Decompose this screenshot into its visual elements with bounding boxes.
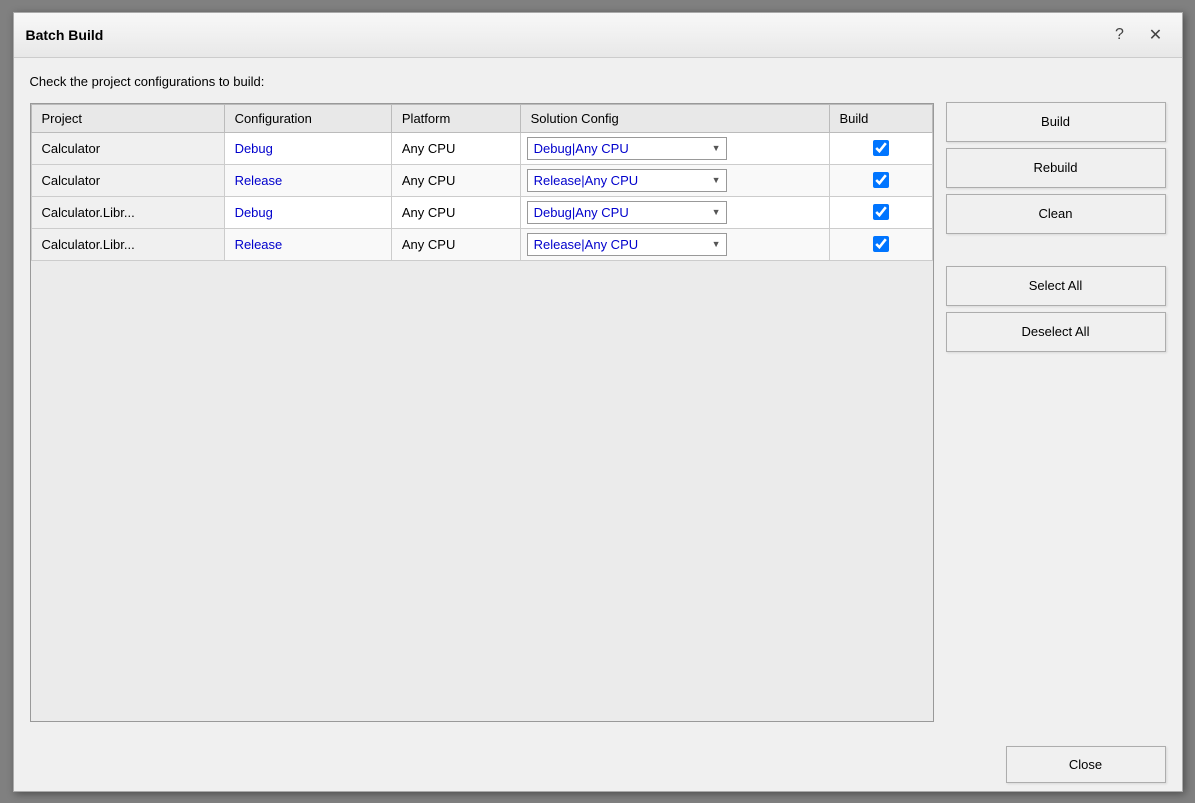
cell-configuration: Debug	[224, 196, 391, 228]
title-bar: Batch Build ? ✕	[14, 13, 1182, 58]
cell-solution-config[interactable]: Debug|Any CPU	[520, 132, 829, 164]
cell-platform: Any CPU	[391, 132, 520, 164]
cell-build[interactable]	[829, 132, 932, 164]
deselect-all-button[interactable]: Deselect All	[946, 312, 1166, 352]
cell-configuration: Release	[224, 164, 391, 196]
side-buttons: Build Rebuild Clean Select All Deselect …	[946, 74, 1166, 722]
empty-table-area	[31, 261, 933, 721]
close-title-button[interactable]: ✕	[1142, 21, 1170, 49]
cell-project: Calculator	[31, 164, 224, 196]
dialog-body: Check the project configurations to buil…	[14, 58, 1182, 738]
cell-platform: Any CPU	[391, 228, 520, 260]
cell-solution-config[interactable]: Debug|Any CPU	[520, 196, 829, 228]
batch-build-dialog: Batch Build ? ✕ Check the project config…	[13, 12, 1183, 792]
cell-project: Calculator.Libr...	[31, 228, 224, 260]
cell-project: Calculator	[31, 132, 224, 164]
solution-config-select-3[interactable]: Release|Any CPU	[527, 233, 727, 256]
build-checkbox-2[interactable]	[873, 204, 889, 220]
close-button[interactable]: Close	[1006, 746, 1166, 783]
solution-config-select-0[interactable]: Debug|Any CPU	[527, 137, 727, 160]
col-configuration: Configuration	[224, 104, 391, 132]
col-platform: Platform	[391, 104, 520, 132]
help-button[interactable]: ?	[1106, 21, 1134, 49]
solution-config-select-1[interactable]: Release|Any CPU	[527, 169, 727, 192]
table-row: CalculatorDebugAny CPU Debug|Any CPU	[31, 132, 932, 164]
table-body: CalculatorDebugAny CPUDebug|Any CPUCalcu…	[31, 132, 932, 260]
project-table: Project Configuration Platform Solution …	[31, 104, 933, 261]
cell-solution-config[interactable]: Release|Any CPU	[520, 228, 829, 260]
table-row: CalculatorReleaseAny CPU Release|Any CPU	[31, 164, 932, 196]
cell-build[interactable]	[829, 196, 932, 228]
cell-project: Calculator.Libr...	[31, 196, 224, 228]
table-row: Calculator.Libr...ReleaseAny CPU Release|…	[31, 228, 932, 260]
table-container: Project Configuration Platform Solution …	[30, 103, 934, 722]
dialog-footer: Close	[14, 738, 1182, 791]
instruction-text: Check the project configurations to buil…	[30, 74, 934, 89]
solution-config-select-2[interactable]: Debug|Any CPU	[527, 201, 727, 224]
cell-solution-config[interactable]: Release|Any CPU	[520, 164, 829, 196]
cell-platform: Any CPU	[391, 196, 520, 228]
col-project: Project	[31, 104, 224, 132]
table-header-row: Project Configuration Platform Solution …	[31, 104, 932, 132]
select-all-button[interactable]: Select All	[946, 266, 1166, 306]
build-checkbox-0[interactable]	[873, 140, 889, 156]
cell-configuration: Debug	[224, 132, 391, 164]
rebuild-button[interactable]: Rebuild	[946, 148, 1166, 188]
clean-button[interactable]: Clean	[946, 194, 1166, 234]
cell-configuration: Release	[224, 228, 391, 260]
dialog-title: Batch Build	[26, 27, 104, 43]
build-button[interactable]: Build	[946, 102, 1166, 142]
build-checkbox-1[interactable]	[873, 172, 889, 188]
col-build: Build	[829, 104, 932, 132]
cell-platform: Any CPU	[391, 164, 520, 196]
cell-build[interactable]	[829, 164, 932, 196]
build-checkbox-3[interactable]	[873, 236, 889, 252]
spacer	[946, 240, 1166, 260]
main-section: Check the project configurations to buil…	[30, 74, 934, 722]
title-bar-controls: ? ✕	[1106, 21, 1170, 49]
col-solution-config: Solution Config	[520, 104, 829, 132]
table-row: Calculator.Libr...DebugAny CPU Debug|Any …	[31, 196, 932, 228]
cell-build[interactable]	[829, 228, 932, 260]
title-bar-left: Batch Build	[26, 27, 104, 43]
